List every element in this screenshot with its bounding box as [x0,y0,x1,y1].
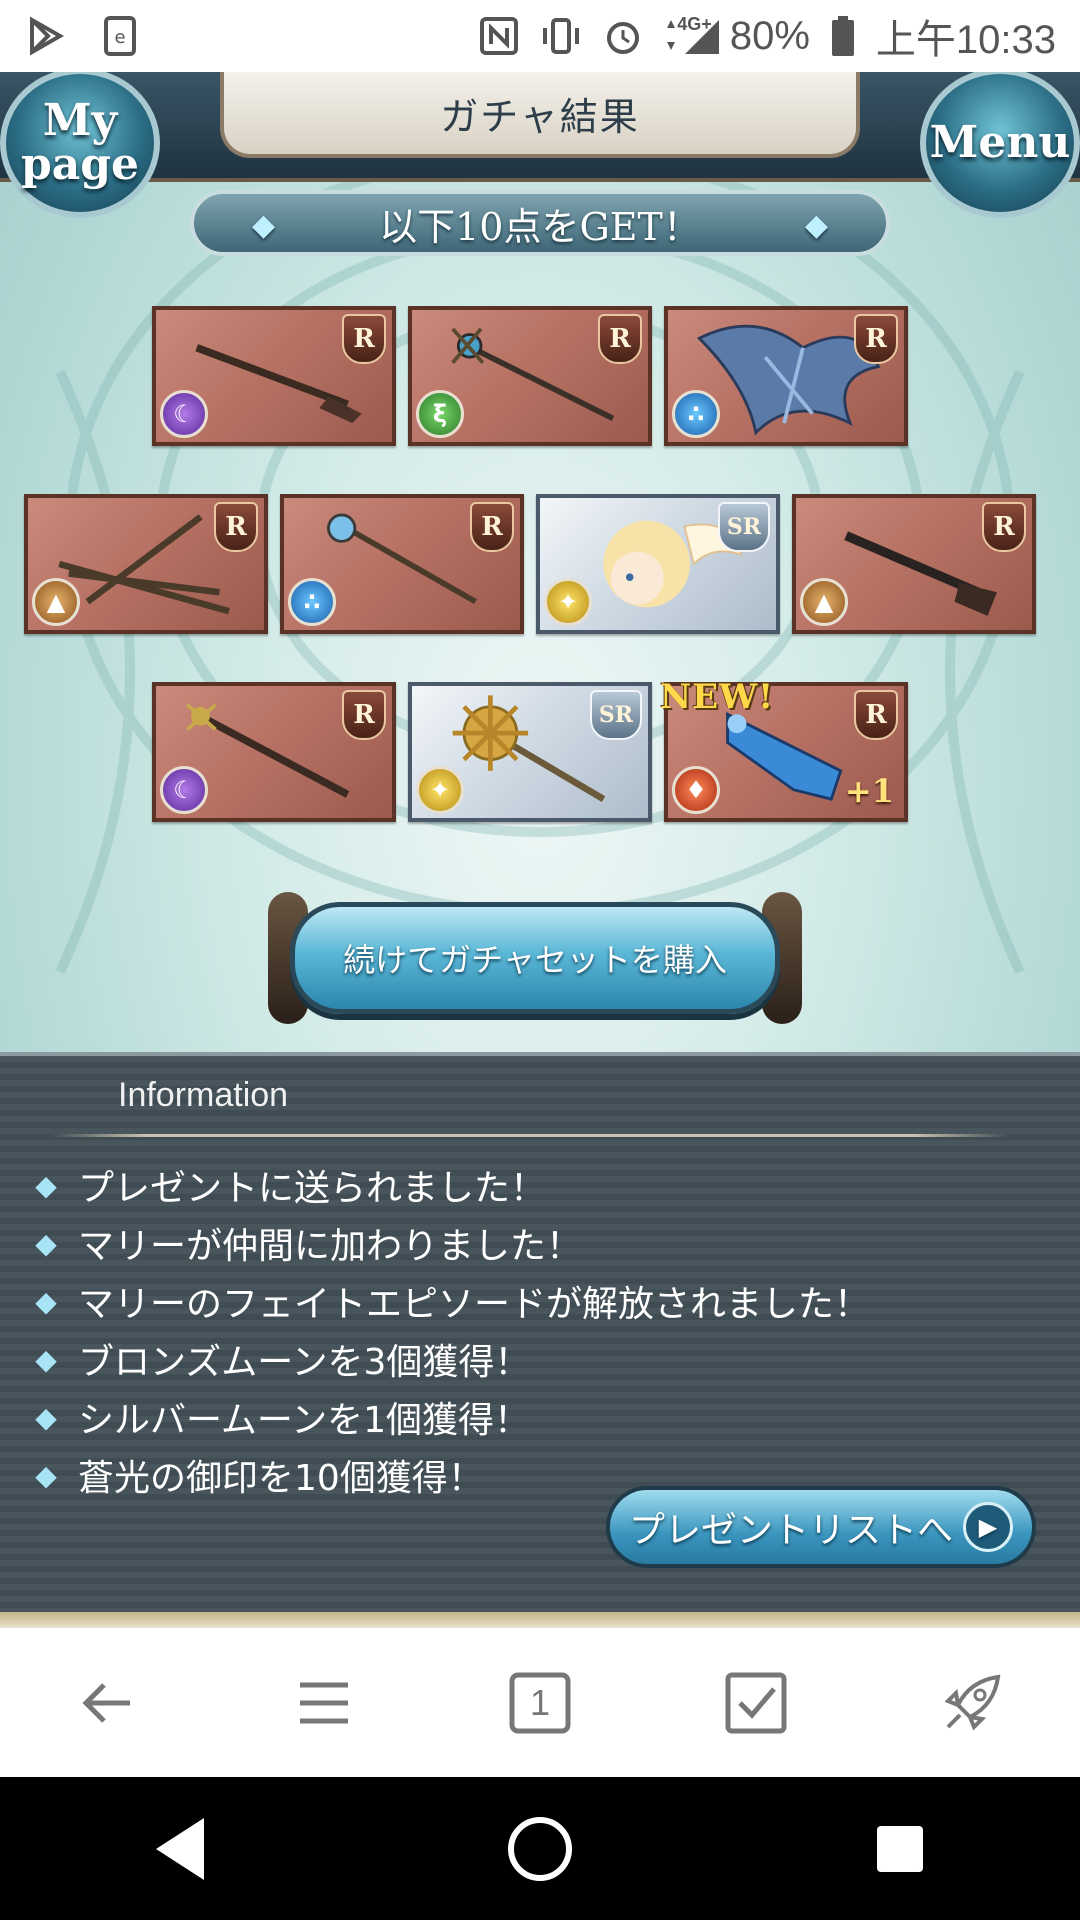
info-line: 蒼光の御印を10個獲得！ [78,1458,484,1499]
rarity-badge: SR [718,502,770,552]
rarity-badge: R [470,502,514,552]
nav-recents-button[interactable] [845,1794,955,1904]
plus-bonus: +1 [844,772,894,810]
tabs-button[interactable]: 1 [495,1658,585,1748]
present-list-label: プレゼントリストへ [628,1510,953,1551]
item-card[interactable]: R ☾ [152,682,396,822]
diamond-icon: ◆ [252,208,276,243]
vibrate-icon [539,14,583,58]
tab-count: 1 [529,1681,551,1723]
list-item: ◆ プレゼントに送られました！ [30,1156,1050,1214]
info-line: マリーが仲間に加わりました！ [78,1226,583,1267]
water-element-icon: ∴ [288,578,336,626]
item-card[interactable]: R ▲ [792,494,1036,634]
rocket-button[interactable] [927,1658,1017,1748]
svg-text:e: e [114,27,125,48]
android-nav-bar [0,1777,1080,1920]
rarity-badge: R [342,314,386,364]
fire-element-icon: ♦ [672,766,720,814]
get-banner: ◆ 以下10点をGET！ ◆ [190,190,890,256]
item-card[interactable]: R ξ [408,306,652,446]
battery-icon [828,14,858,58]
circle-home-icon [508,1816,572,1881]
list-item: ◆ ブロンズムーンを3個獲得！ [30,1330,1050,1388]
rarity-badge: R [214,502,258,552]
info-line: マリーのフェイトエピソードが解放されました！ [78,1284,871,1325]
water-element-icon: ∴ [672,390,720,438]
diamond-icon: ◆ [35,1400,57,1434]
menu-list-button[interactable] [279,1658,369,1748]
nav-home-button[interactable] [485,1794,595,1904]
list-item: ◆ マリーが仲間に加わりました！ [30,1214,1050,1272]
square-recents-icon [877,1825,923,1872]
diamond-icon: ◆ [35,1458,57,1492]
triangle-back-icon [156,1817,204,1880]
back-button[interactable] [63,1658,153,1748]
nfc-icon [477,14,521,58]
diamond-icon: ◆ [35,1342,57,1376]
information-list: ◆ プレゼントに送られました！ ◆ マリーが仲間に加わりました！ ◆ マリーのフェイト… [30,1156,1050,1504]
information-title: Information [118,1076,289,1114]
gacha-result-screen: ガチャ結果 My page Menu ◆ 以下10点をGET！ ◆ R ☾ R … [0,72,1080,1627]
item-card[interactable]: R ∴ [664,306,908,446]
info-line: ブロンズムーンを3個獲得！ [78,1342,531,1383]
rarity-badge: R [854,690,898,740]
diamond-icon: ◆ [35,1284,57,1318]
panel-edge [0,1612,1080,1627]
new-badge: NEW! [660,677,775,717]
rarity-badge: R [854,314,898,364]
information-panel: Information ◆ プレゼントに送られました！ ◆ マリーが仲間に加わりまし… [0,1052,1080,1612]
item-card[interactable]: R ☾ [152,306,396,446]
network-type: 4G+ [677,13,712,34]
diamond-icon: ◆ [35,1168,57,1202]
diamond-icon: ◆ [35,1226,57,1260]
play-arrow-icon: ▶ [963,1502,1013,1552]
earth-element-icon: ▲ [800,578,848,626]
clock: 上午10:33 [875,18,1056,62]
info-line: プレゼントに送られました！ [78,1168,547,1209]
list-item: ◆ マリーのフェイトエピソードが解放されました！ [30,1272,1050,1330]
light-element-icon: ✦ [544,578,592,626]
page-title: ガチャ結果 [220,72,860,158]
get-banner-text: 以下10点をGET！ [379,204,701,249]
present-list-button[interactable]: プレゼントリストへ ▶ [606,1486,1036,1568]
checklist-button[interactable] [711,1658,801,1748]
rarity-badge: SR [590,690,642,740]
wind-element-icon: ξ [416,390,464,438]
browser-toolbar: 1 [0,1627,1080,1777]
item-card[interactable]: R ∴ [280,494,524,634]
mypage-button[interactable]: My page [0,72,160,218]
menu-button[interactable]: Menu [920,72,1080,218]
light-element-icon: ✦ [416,766,464,814]
rocket-icon [944,1674,1001,1731]
hamburger-icon [300,1682,348,1723]
dark-element-icon: ☾ [160,766,208,814]
list-item: ◆ シルバームーンを1個獲得！ [30,1388,1050,1446]
item-card[interactable]: SR ✦ [408,682,652,822]
item-card[interactable]: SR ✦ [536,494,780,634]
rarity-badge: R [598,314,642,364]
battery-percent: 80% [729,13,810,58]
dark-element-icon: ☾ [160,390,208,438]
divider [50,1134,1010,1137]
nav-back-button[interactable] [125,1794,235,1904]
checkbox-icon [725,1672,787,1733]
alarm-icon [601,14,645,58]
rarity-badge: R [982,502,1026,552]
status-bar: e 4G+ 80% 上午10:33 [0,0,1080,72]
info-line: シルバームーンを1個獲得！ [78,1400,531,1441]
browser-notification-icon: e [98,14,142,58]
earth-element-icon: ▲ [32,578,80,626]
rarity-badge: R [342,690,386,740]
play-store-icon [24,14,68,58]
screen: e 4G+ 80% 上午10:33 ガチャ結果 My page Menu ◆ 以… [0,0,1080,1920]
item-card[interactable]: R ▲ [24,494,268,634]
diamond-icon: ◆ [804,208,828,243]
buy-gacha-set-button[interactable]: 続けてガチャセットを購入 [290,902,780,1014]
arrow-left-icon [82,1682,130,1723]
